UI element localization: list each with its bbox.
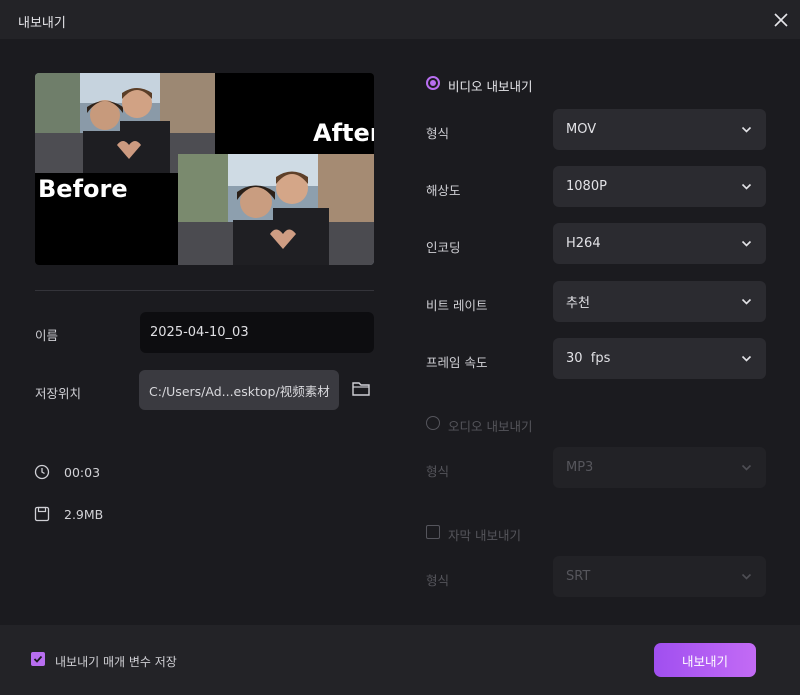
duration-text: 00:03 [64,465,101,480]
audio-export-radio[interactable] [426,416,440,430]
frame-rate-value: 30 fps [566,351,611,366]
title-bar: 내보내기 [0,0,800,39]
chevron-down-icon [741,126,752,133]
file-name-input[interactable]: 2025-04-10_03 [140,312,374,353]
subtitle-format-select[interactable]: SRT [553,556,766,597]
audio-export-title: 오디오 내보내기 [448,419,533,434]
resolution-select[interactable]: 1080P [553,166,766,207]
audio-format-value: MP3 [566,460,594,475]
divider [35,290,374,291]
video-format-label: 형식 [426,126,450,141]
export-button[interactable]: 내보내기 [654,643,756,677]
encoding-label: 인코딩 [426,240,461,255]
resolution-label: 해상도 [426,183,461,198]
video-format-select[interactable]: MOV [553,109,766,150]
location-label: 저장위치 [35,386,82,401]
resolution-value: 1080P [566,179,607,194]
browse-folder-button[interactable] [351,380,371,398]
frame-rate-label: 프레임 속도 [426,355,488,370]
save-params-checkbox[interactable] [31,652,45,666]
chevron-down-icon [741,298,752,305]
bitrate-value: 추천 [566,296,590,311]
audio-format-label: 형식 [426,464,450,479]
window-title: 내보내기 [18,16,66,31]
subtitle-format-value: SRT [566,569,591,584]
subtitle-export-title: 자막 내보내기 [448,528,521,543]
check-icon [33,655,43,663]
subtitle-export-checkbox[interactable] [426,525,440,539]
clock-icon [34,464,50,480]
video-export-title: 비디오 내보내기 [448,79,533,94]
save-location-field[interactable]: C:/Users/Ad...esktop/视频素材 [139,370,339,410]
video-preview: After Before [35,73,374,265]
video-format-value: MOV [566,122,597,137]
save-params-label: 내보내기 매개 변수 저장 [55,655,177,669]
folder-icon [352,382,370,396]
subtitle-format-label: 형식 [426,573,450,588]
preview-photo-after [178,154,374,265]
name-label: 이름 [35,328,59,343]
chevron-down-icon [741,183,752,190]
file-size-text: 2.9MB [64,507,104,522]
bitrate-label: 비트 레이트 [426,298,488,313]
chevron-down-icon [741,240,752,247]
chevron-down-icon [741,464,752,471]
close-button[interactable] [769,8,793,32]
disk-icon [34,506,50,522]
encoding-value: H264 [566,236,601,251]
video-export-radio[interactable] [426,76,440,90]
frame-rate-select[interactable]: 30 fps [553,338,766,379]
close-icon [774,13,788,27]
before-label: Before [38,175,128,203]
audio-format-select[interactable]: MP3 [553,447,766,488]
encoding-select[interactable]: H264 [553,223,766,264]
bitrate-select[interactable]: 추천 [553,281,766,322]
chevron-down-icon [741,573,752,580]
chevron-down-icon [741,355,752,362]
after-label: After [313,119,374,147]
